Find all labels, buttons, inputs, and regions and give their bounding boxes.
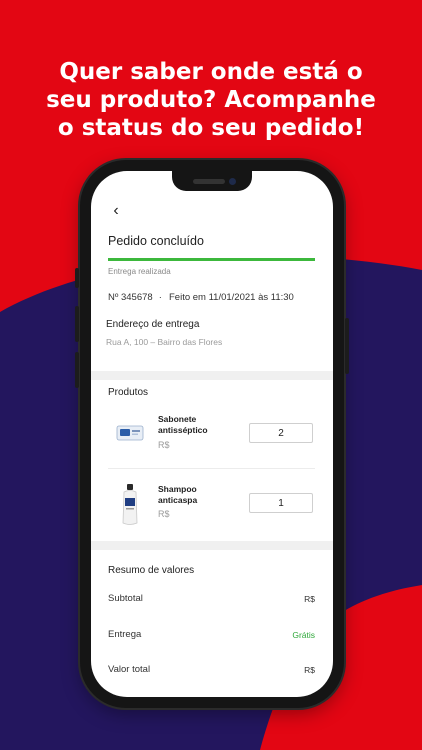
- products-title: Produtos: [108, 387, 149, 398]
- product-price: R$: [158, 509, 170, 519]
- subtotal-value: R$: [304, 594, 315, 604]
- delivery-status: Entrega realizada: [108, 267, 171, 276]
- address-value: Rua A, 100 – Bairro das Flores: [106, 337, 223, 347]
- quantity-value: 2: [278, 427, 284, 439]
- product-price: R$: [158, 440, 170, 450]
- product-image: [113, 483, 147, 527]
- phone-volume-up-button: [75, 306, 79, 342]
- section-divider: [91, 371, 333, 380]
- subtotal-label: Subtotal: [108, 593, 143, 604]
- summary-title: Resumo de valores: [108, 565, 195, 576]
- row-divider: [108, 468, 315, 469]
- shampoo-bottle-icon: [122, 484, 138, 525]
- promo-headline: Quer saber onde está o seu produto? Acom…: [0, 58, 422, 142]
- quantity-field[interactable]: 2: [249, 423, 313, 443]
- order-status-title: Pedido concluído: [108, 234, 204, 248]
- total-value: R$: [304, 665, 315, 675]
- chevron-left-icon: ‹: [113, 202, 119, 219]
- soap-product-icon: [116, 425, 144, 441]
- phone-notch: [172, 171, 252, 191]
- headline-line-2: seu produto? Acompanhe: [46, 87, 376, 113]
- phone-screen: ‹ Pedido concluído Entrega realizada Nº …: [91, 171, 333, 697]
- phone-volume-down-button: [75, 352, 79, 388]
- quantity-value: 1: [278, 497, 284, 509]
- phone-side-button: [75, 268, 79, 288]
- product-name: Shampoo anticaspa: [158, 484, 198, 505]
- separator-dot: .: [159, 290, 162, 301]
- front-camera: [229, 178, 236, 185]
- order-date: Feito em 11/01/2021 às 11:30: [169, 292, 294, 303]
- order-progress-bar: [108, 258, 315, 261]
- quantity-field[interactable]: 1: [249, 493, 313, 513]
- product-name: Sabonete antisséptico: [158, 414, 208, 435]
- product-image: [113, 411, 147, 455]
- address-title: Endereço de entrega: [106, 319, 200, 330]
- speaker-grille: [193, 179, 225, 184]
- phone-power-button: [345, 318, 349, 374]
- delivery-value: Grátis: [292, 630, 315, 640]
- headline-line-3: o status do seu pedido!: [57, 115, 365, 141]
- order-number: Nº 345678: [108, 292, 153, 303]
- phone-frame: ‹ Pedido concluído Entrega realizada Nº …: [75, 160, 349, 708]
- total-label: Valor total: [108, 664, 151, 675]
- delivery-label: Entrega: [108, 629, 142, 640]
- section-divider: [91, 541, 333, 550]
- headline-line-1: Quer saber onde está o: [59, 59, 363, 85]
- back-button[interactable]: ‹: [107, 202, 125, 220]
